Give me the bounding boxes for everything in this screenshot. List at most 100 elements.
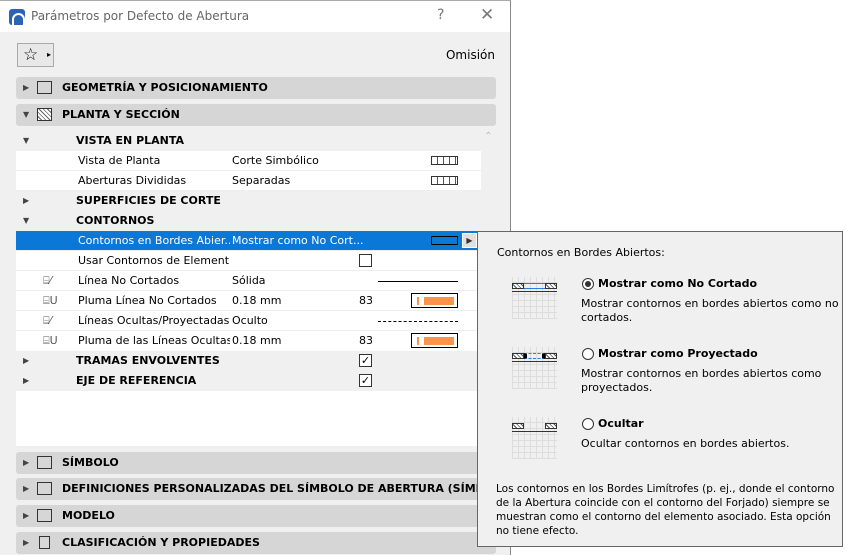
- panel-simbolo[interactable]: ▶ SÍMBOLO: [16, 452, 496, 474]
- line-type-icon: ⌸⁄: [43, 314, 52, 327]
- group-label: VISTA EN PLANTA: [76, 134, 185, 147]
- radio-button[interactable]: [582, 278, 594, 290]
- pen-number: 83: [359, 294, 373, 307]
- property-name: Líneas Ocultas/Proyectadas: [78, 314, 230, 327]
- collapse-icon: ▼: [23, 110, 30, 119]
- favorites-button[interactable]: ☆ ▸: [17, 43, 54, 67]
- geometry-icon: [37, 81, 52, 94]
- open-edge-symbol-icon: [431, 236, 458, 245]
- popup-arrow-button[interactable]: ▶: [462, 233, 477, 248]
- expand-icon: ▶: [23, 538, 30, 547]
- pen-icon: ⌸U: [43, 334, 58, 347]
- hidden-preview-icon: [512, 417, 557, 459]
- expand-icon: ▶: [23, 511, 30, 520]
- property-name: Vista de Planta: [78, 154, 161, 167]
- row-contornos-bordes-abiertos[interactable]: Contornos en Bordes Abier... Mostrar como…: [16, 231, 481, 251]
- window-title: Parámetros por Defecto de Abertura: [31, 9, 250, 23]
- row-lineas-ocultas[interactable]: ⌸⁄ Líneas Ocultas/Proyectadas Oculto: [16, 311, 481, 331]
- panel-label: CLASIFICACIÓN Y PROPIEDADES: [62, 536, 260, 549]
- preset-label: Omisión: [445, 48, 495, 62]
- property-value: Separadas: [232, 174, 291, 187]
- option-label: Mostrar como No Cortado: [598, 277, 758, 290]
- row-usar-contornos[interactable]: Usar Contornos de Element...: [16, 251, 481, 271]
- property-value: Mostrar como No Cort...: [232, 234, 364, 247]
- pen-icon: ⌸U: [43, 294, 58, 307]
- option-description: Mostrar contornos en bordes abiertos com…: [581, 367, 822, 394]
- property-list: ▼ VISTA EN PLANTA Vista de Planta Corte Si…: [16, 131, 481, 446]
- panel-label: GEOMETRÍA Y POSICIONAMIENTO: [62, 81, 268, 94]
- pen-color-swatch[interactable]: [411, 293, 458, 308]
- panel-label: PLANTA Y SECCIÓN: [62, 108, 180, 121]
- popup-heading: Contornos en Bordes Abiertos:: [497, 246, 665, 259]
- plan-view-symbol-icon: [431, 156, 458, 165]
- radio-button[interactable]: [582, 348, 594, 360]
- collapse-icon: ▼: [23, 136, 30, 145]
- pen-color-swatch[interactable]: [411, 333, 458, 348]
- option-description: Ocultar contornos en bordes abiertos.: [581, 437, 790, 450]
- panel-definiciones[interactable]: ▶ DEFINICIONES PERSONALIZADAS DEL SÍMBOLO…: [16, 478, 496, 500]
- app-logo-icon: [9, 9, 25, 27]
- collapse-icon: ▼: [23, 216, 30, 225]
- floor-plan-icon: [37, 108, 52, 121]
- property-value: Corte Simbólico: [232, 154, 319, 167]
- eje-checkbox[interactable]: ✓: [359, 374, 372, 387]
- usar-contornos-checkbox[interactable]: [359, 254, 372, 267]
- property-name: Línea No Cortados: [78, 274, 180, 287]
- expand-icon: ▶: [23, 376, 30, 385]
- row-pluma-linea[interactable]: ⌸U Pluma Línea No Cortados 0.18 mm 83: [16, 291, 481, 311]
- help-button[interactable]: ?: [437, 7, 444, 23]
- custom-symbol-icon: [37, 482, 52, 495]
- group-label: SUPERFICIES DE CORTE: [76, 194, 221, 207]
- dialog: Parámetros por Defecto de Abertura ? ✕ ☆…: [0, 0, 511, 555]
- row-vista-de-planta[interactable]: Vista de Planta Corte Simbólico: [16, 151, 481, 171]
- expand-icon: ▶: [23, 458, 30, 467]
- symbol-icon: [37, 456, 52, 469]
- uncut-preview-icon: [512, 277, 557, 319]
- row-linea-no-cortados[interactable]: ⌸⁄ Línea No Cortados Sólida: [16, 271, 481, 291]
- document-icon: [39, 536, 50, 549]
- group-eje-de-referencia[interactable]: ▶ EJE DE REFERENCIA ✓: [16, 371, 481, 391]
- property-value: 0.18 mm: [232, 334, 282, 347]
- group-vista-en-planta[interactable]: ▼ VISTA EN PLANTA: [16, 131, 481, 151]
- panel-label: MODELO: [62, 509, 115, 522]
- property-value: 0.18 mm: [232, 294, 282, 307]
- property-name: Pluma Línea No Cortados: [78, 294, 217, 307]
- line-type-icon: ⌸⁄: [43, 274, 52, 287]
- group-label: EJE DE REFERENCIA: [76, 374, 197, 387]
- property-value: Sólida: [232, 274, 266, 287]
- group-tramas-envolventes[interactable]: ▶ TRAMAS ENVOLVENTES ✓: [16, 351, 481, 371]
- property-name: Usar Contornos de Element...: [78, 254, 230, 267]
- tramas-checkbox[interactable]: ✓: [359, 354, 372, 367]
- projected-preview-icon: [512, 347, 557, 389]
- expand-icon: ▶: [23, 356, 30, 365]
- pen-number: 83: [359, 334, 373, 347]
- option-label: Ocultar: [598, 417, 644, 430]
- popup-note: Los contornos en los Bordes Limítrofes (…: [496, 483, 835, 537]
- options-popup: Contornos en Bordes Abiertos: Mostrar co…: [477, 231, 843, 547]
- property-value: Oculto: [232, 314, 268, 327]
- solid-line-preview: [378, 281, 458, 282]
- radio-button[interactable]: [582, 418, 594, 430]
- star-icon: ☆: [23, 45, 39, 65]
- group-contornos[interactable]: ▼ CONTORNOS: [16, 211, 481, 231]
- title-bar: Parámetros por Defecto de Abertura ? ✕: [0, 1, 510, 32]
- split-openings-icon: [431, 176, 458, 185]
- expand-icon: ▶: [23, 196, 30, 205]
- panel-geometria[interactable]: ▶ GEOMETRÍA Y POSICIONAMIENTO: [16, 77, 496, 99]
- expand-icon: ▶: [23, 484, 30, 493]
- panel-modelo[interactable]: ▶ MODELO: [16, 505, 496, 527]
- panel-planta-seccion[interactable]: ▼ PLANTA Y SECCIÓN: [16, 104, 496, 126]
- expand-icon: ▶: [23, 83, 30, 92]
- option-description: Mostrar contornos en bordes abiertos com…: [581, 297, 839, 324]
- close-button[interactable]: ✕: [480, 5, 494, 25]
- scroll-up-icon[interactable]: ⌃: [484, 131, 492, 142]
- arrow-right-icon: ▸: [47, 50, 52, 59]
- group-superficies-de-corte[interactable]: ▶ SUPERFICIES DE CORTE: [16, 191, 481, 211]
- panel-clasificacion[interactable]: ▶ CLASIFICACIÓN Y PROPIEDADES: [16, 532, 496, 554]
- row-pluma-ocultas[interactable]: ⌸U Pluma de las Líneas Ocultas... 0.18 mm 8…: [16, 331, 481, 351]
- property-name: Pluma de las Líneas Ocultas...: [78, 334, 230, 347]
- row-aberturas-divididas[interactable]: Aberturas Divididas Separadas: [16, 171, 481, 191]
- panel-label: DEFINICIONES PERSONALIZADAS DEL SÍMBOLO …: [62, 482, 496, 495]
- property-name: Aberturas Divididas: [78, 174, 187, 187]
- panel-label: SÍMBOLO: [62, 456, 119, 469]
